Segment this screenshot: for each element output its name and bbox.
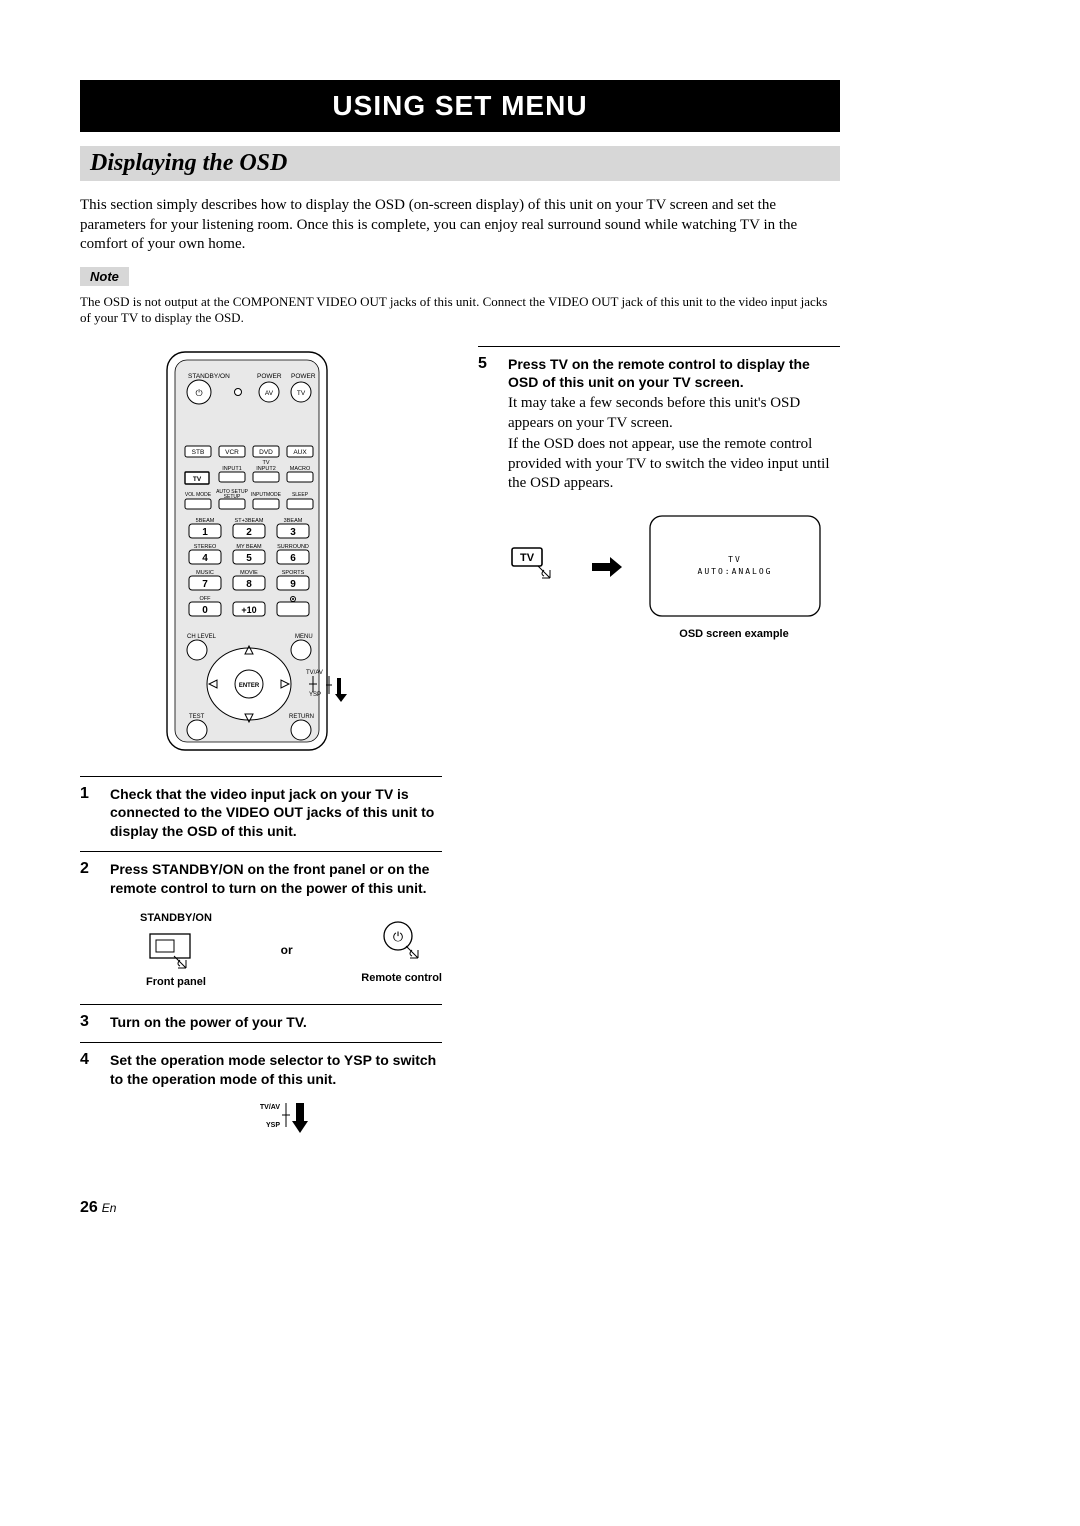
svg-text:SURROUND: SURROUND xyxy=(277,544,309,550)
svg-text:5: 5 xyxy=(246,553,252,564)
svg-text:ENTER: ENTER xyxy=(239,683,260,689)
svg-text:SLEEP: SLEEP xyxy=(292,492,309,498)
power-label-2: POWER xyxy=(291,373,316,380)
svg-text:1: 1 xyxy=(202,527,208,538)
svg-text:⏻: ⏻ xyxy=(195,388,202,398)
standby-on-label: STANDBY/ON xyxy=(188,373,230,380)
step-number: 4 xyxy=(80,1051,98,1139)
step-number: 5 xyxy=(478,355,496,640)
step-title: Press TV on the remote control to displa… xyxy=(508,355,840,393)
step-number: 1 xyxy=(80,785,98,842)
step-number: 2 xyxy=(80,860,98,994)
remote-button-illustration: ⏻ Remote control xyxy=(361,916,442,984)
svg-text:+10: +10 xyxy=(241,605,256,615)
svg-text:MACRO: MACRO xyxy=(290,466,311,472)
remote-illustration: STANDBY/ON POWER POWER ⏻ AV TV STB VCR D… xyxy=(80,346,442,756)
svg-text:STEREO: STEREO xyxy=(194,544,217,550)
section-header: Displaying the OSD xyxy=(80,146,840,181)
or-text: or xyxy=(281,943,293,957)
svg-text:4: 4 xyxy=(202,553,208,564)
svg-text:TEST: TEST xyxy=(189,714,205,720)
step-number: 3 xyxy=(80,1013,98,1032)
svg-text:0: 0 xyxy=(202,605,208,616)
step-title: Check that the video input jack on your … xyxy=(110,785,442,842)
svg-text:INPUT2: INPUT2 xyxy=(256,466,276,472)
step-title: Press STANDBY/ON on the front panel or o… xyxy=(110,860,442,898)
svg-text:MOVIE: MOVIE xyxy=(240,570,258,576)
src-vcr: VCR xyxy=(225,449,239,456)
svg-text:OFF: OFF xyxy=(200,596,212,602)
tv-mode-label: TV xyxy=(193,476,202,483)
note-label: Note xyxy=(80,267,129,286)
svg-text:6: 6 xyxy=(290,553,296,564)
step-body-text: If the OSD does not appear, use the remo… xyxy=(508,435,840,494)
front-panel-illustration: STANDBY/ON Front panel xyxy=(140,912,212,988)
svg-text:CH LEVEL: CH LEVEL xyxy=(187,634,217,640)
osd-screen: TV AUTO:ANALOG xyxy=(646,512,826,622)
svg-text:TV/AV: TV/AV xyxy=(260,1104,280,1111)
svg-text:MY BEAM: MY BEAM xyxy=(236,544,262,550)
svg-text:5BEAM: 5BEAM xyxy=(196,518,215,524)
svg-text:TV: TV xyxy=(728,555,742,564)
svg-text:2: 2 xyxy=(246,527,252,538)
svg-text:7: 7 xyxy=(202,579,208,590)
power-label-1: POWER xyxy=(257,373,282,380)
step-title: Turn on the power of your TV. xyxy=(110,1013,442,1032)
page-number: 26 En xyxy=(80,1199,840,1217)
svg-text:VOL MODE: VOL MODE xyxy=(185,492,212,498)
svg-text:TV: TV xyxy=(520,552,535,564)
svg-text:⏻: ⏻ xyxy=(392,929,402,944)
tv-button-icon: TV xyxy=(508,544,568,590)
svg-text:ST+3BEAM: ST+3BEAM xyxy=(235,518,264,524)
svg-text:8: 8 xyxy=(246,579,252,590)
step-title: Set the operation mode selector to YSP t… xyxy=(110,1051,442,1089)
svg-text:MUSIC: MUSIC xyxy=(196,570,214,576)
src-stb: STB xyxy=(192,449,205,456)
svg-text:INPUT1: INPUT1 xyxy=(222,466,242,472)
svg-text:RETURN: RETURN xyxy=(289,714,314,720)
mode-switch-illustration: TV/AV YSP xyxy=(260,1099,442,1139)
src-aux: AUX xyxy=(293,449,307,456)
svg-text:9: 9 xyxy=(290,579,296,590)
svg-text:3BEAM: 3BEAM xyxy=(284,518,303,524)
src-dvd: DVD xyxy=(259,449,273,456)
svg-text:MENU: MENU xyxy=(295,634,313,640)
tv-power-button: TV xyxy=(297,390,306,397)
page-title-bar: USING SET MENU xyxy=(80,80,840,132)
svg-text:INPUTMODE: INPUTMODE xyxy=(251,492,282,498)
step-body-text: It may take a few seconds before this un… xyxy=(508,394,840,433)
svg-text:AUTO:ANALOG: AUTO:ANALOG xyxy=(698,567,773,576)
note-text: The OSD is not output at the COMPONENT V… xyxy=(80,294,840,326)
av-button: AV xyxy=(265,390,274,397)
svg-text:SPORTS: SPORTS xyxy=(282,570,305,576)
tv-osd-illustration: TV TV AUTO:ANALOG xyxy=(508,512,840,622)
right-column: 5 Press TV on the remote control to disp… xyxy=(478,346,840,1149)
step-4: 4 Set the operation mode selector to YSP… xyxy=(80,1042,442,1149)
left-column: STANDBY/ON POWER POWER ⏻ AV TV STB VCR D… xyxy=(80,346,442,1149)
arrow-right-icon xyxy=(592,557,622,577)
intro-paragraph: This section simply describes how to dis… xyxy=(80,196,840,255)
svg-text:3: 3 xyxy=(290,527,296,538)
step-2: 2 Press STANDBY/ON on the front panel or… xyxy=(80,851,442,1004)
osd-caption: OSD screen example xyxy=(628,628,840,640)
step-3: 3 Turn on the power of your TV. xyxy=(80,1004,442,1042)
step-1: 1 Check that the video input jack on you… xyxy=(80,776,442,852)
svg-text:YSP: YSP xyxy=(309,692,321,698)
svg-text:YSP: YSP xyxy=(266,1122,280,1129)
step-5: 5 Press TV on the remote control to disp… xyxy=(478,346,840,650)
svg-text:TV/AV: TV/AV xyxy=(306,670,323,676)
